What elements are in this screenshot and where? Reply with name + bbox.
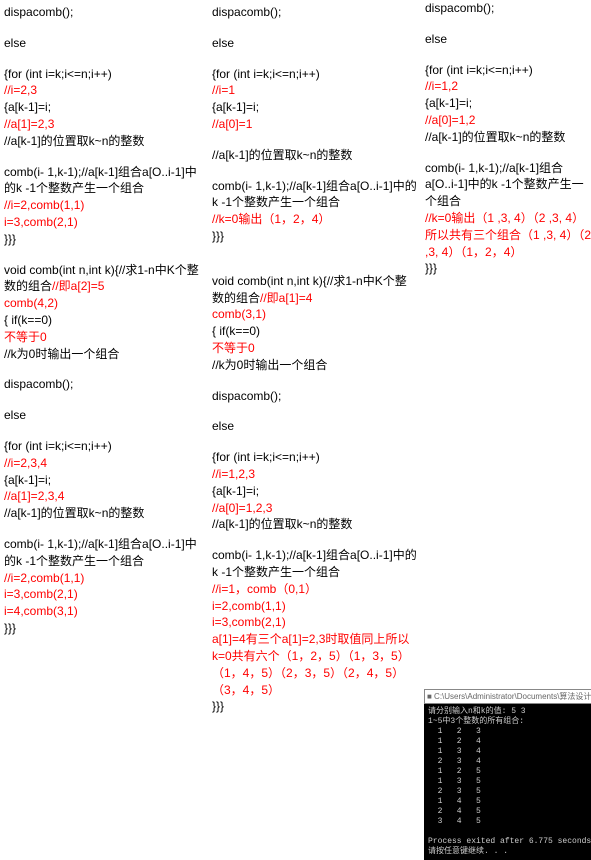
code-line: dispacomb(); xyxy=(4,4,204,21)
comment-line: //i=2,3 xyxy=(4,82,204,99)
code-line: //a[k-1]的位置取k~n的整数 xyxy=(212,147,417,164)
code-line: {a[k-1]=i; xyxy=(4,99,204,116)
comment-line: //a[1]=2,3 xyxy=(4,116,204,133)
code-line: {a[k-1]=i; xyxy=(212,483,417,500)
comment-line: //i=1,2 xyxy=(425,78,591,95)
code-line: {for (int i=k;i<=n;i++) xyxy=(212,449,417,466)
code-line: //k为0时输出一个组合 xyxy=(212,357,417,374)
code-line: comb(i- 1,k-1);//a[k-1]组合a[O..i-1]中的k -1… xyxy=(4,164,204,198)
code-line: else xyxy=(4,35,204,52)
code-line: comb(i- 1,k-1);//a[k-1]组合a[O..i-1]中的k -1… xyxy=(4,536,204,570)
code-line: //a[k-1]的位置取k~n的整数 xyxy=(4,505,204,522)
code-line: //a[k-1]的位置取k~n的整数 xyxy=(425,129,591,146)
code-line: else xyxy=(212,35,417,52)
comment-line: //k=0输出（1，2，4） xyxy=(212,211,417,228)
comment-line: i=2,comb(1,1) xyxy=(212,598,417,615)
comment-line: //i=2,3,4 xyxy=(4,455,204,472)
column-3: dispacomb(); else {for (int i=k;i<=n;i++… xyxy=(425,4,591,729)
code-line: }}} xyxy=(4,231,204,248)
comment-line: comb(3,1) xyxy=(212,306,417,323)
comment-line: 不等于0 xyxy=(212,340,417,357)
comment-line: //a[1]=2,3,4 xyxy=(4,488,204,505)
code-line: }}} xyxy=(212,228,417,245)
code-line: {for (int i=k;i<=n;i++) xyxy=(4,66,204,83)
code-line: { if(k==0) xyxy=(4,312,204,329)
comment-line: a[1]=4有三个a[1]=2,3时取值同上所以k=0共有六个（1，2，5）（1… xyxy=(212,631,417,698)
code-line: }}} xyxy=(425,260,591,277)
code-line: }}} xyxy=(4,620,204,637)
code-line: comb(i- 1,k-1);//a[k-1]组合a[O..i-1]中的k -1… xyxy=(425,160,591,210)
code-line: //a[k-1]的位置取k~n的整数 xyxy=(4,133,204,150)
comment-line: //a[0]=1,2 xyxy=(425,112,591,129)
code-line: dispacomb(); xyxy=(425,0,591,17)
comment-line: 不等于0 xyxy=(4,329,204,346)
terminal-title-bar: ■ C:\Users\Administrator\Documents\算法设计作… xyxy=(424,689,591,704)
code-line: comb(i- 1,k-1);//a[k-1]组合a[O..i-1]中的k -1… xyxy=(212,178,417,212)
comment-line: comb(4,2) xyxy=(4,295,204,312)
code-line: //a[k-1]的位置取k~n的整数 xyxy=(212,516,417,533)
comment-line: //a[0]=1 xyxy=(212,116,417,133)
comment-line: //即a[1]=4 xyxy=(260,291,312,305)
comment-line: //即a[2]=5 xyxy=(52,279,104,293)
code-line: //k为0时输出一个组合 xyxy=(4,346,204,363)
comment-line: i=3,comb(2,1) xyxy=(212,614,417,631)
code-line: dispacomb(); xyxy=(212,388,417,405)
comment-line: i=3,comb(2,1) xyxy=(4,214,204,231)
code-line: }}} xyxy=(212,698,417,715)
comment-line: //i=2,comb(1,1) xyxy=(4,570,204,587)
terminal-window: ■ C:\Users\Administrator\Documents\算法设计作… xyxy=(424,689,591,860)
code-line: {a[k-1]=i; xyxy=(425,95,591,112)
column-1: dispacomb(); else {for (int i=k;i<=n;i++… xyxy=(4,4,204,729)
comment-line: //i=1，comb（0,1） xyxy=(212,581,417,598)
code-line: {for (int i=k;i<=n;i++) xyxy=(425,62,591,79)
code-line: {a[k-1]=i; xyxy=(4,472,204,489)
code-line: {for (int i=k;i<=n;i++) xyxy=(4,438,204,455)
column-2: dispacomb(); else {for (int i=k;i<=n;i++… xyxy=(212,4,417,729)
comment-line: //i=1 xyxy=(212,82,417,99)
code-line: comb(i- 1,k-1);//a[k-1]组合a[O..i-1]中的k -1… xyxy=(212,547,417,581)
code-line: dispacomb(); xyxy=(4,376,204,393)
code-line: { if(k==0) xyxy=(212,323,417,340)
comment-line: //a[0]=1,2,3 xyxy=(212,500,417,517)
comment-line: //k=0输出（1 ,3, 4）（2 ,3, 4）所以共有三个组合（1 ,3, … xyxy=(425,210,591,260)
comment-line: //i=1,2,3 xyxy=(212,466,417,483)
code-line: else xyxy=(212,418,417,435)
comment-line: i=3,comb(2,1) xyxy=(4,586,204,603)
code-line: else xyxy=(425,31,591,48)
comment-line: //i=2,comb(1,1) xyxy=(4,197,204,214)
code-line: {a[k-1]=i; xyxy=(212,99,417,116)
comment-line: i=4,comb(3,1) xyxy=(4,603,204,620)
code-line: dispacomb(); xyxy=(212,4,417,21)
code-line: else xyxy=(4,407,204,424)
code-line: {for (int i=k;i<=n;i++) xyxy=(212,66,417,83)
terminal-output: 请分别输入n和k的值: 5 3 1~5中3个整数的所有组合: 1 2 3 1 2… xyxy=(424,704,591,860)
